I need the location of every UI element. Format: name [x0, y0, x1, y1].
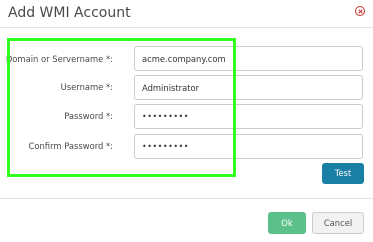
- dialog-title: Add WMI Account: [8, 5, 131, 21]
- add-wmi-account-dialog: Add WMI Account Domain or Servername *: …: [0, 0, 373, 242]
- header-divider: [0, 27, 373, 28]
- close-icon[interactable]: [355, 6, 365, 16]
- highlight-box: [7, 38, 236, 177]
- footer-divider: [0, 198, 373, 199]
- ok-button[interactable]: Ok: [268, 212, 306, 234]
- cancel-button[interactable]: Cancel: [312, 212, 364, 234]
- test-button[interactable]: Test: [322, 163, 364, 184]
